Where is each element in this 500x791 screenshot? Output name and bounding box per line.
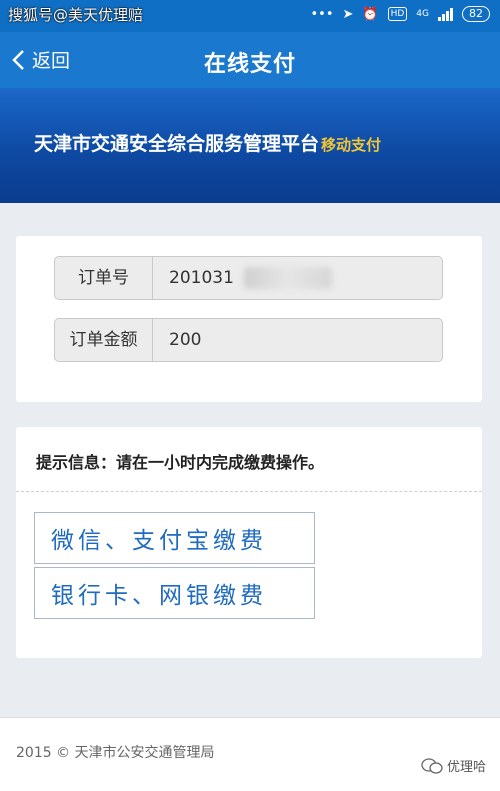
watermark-text: 搜狐号@美天优理赔 [8, 6, 144, 24]
copyright-text: 2015 © 天津市公安交通管理局 [16, 745, 215, 761]
mobile-pay-label: 移动支付 [321, 136, 382, 154]
wechat-alipay-button[interactable]: 微信、支付宝缴费 [34, 512, 315, 564]
status-icons: ••• ➤ ⏰ HD 4G 82 [310, 6, 490, 22]
platform-name: 天津市交通安全综合服务管理平台 [34, 133, 320, 155]
order-number-field: 订单号 201031 [54, 256, 443, 300]
signal-icon [438, 7, 453, 21]
back-label: 返回 [32, 50, 71, 72]
payment-card: 提示信息：请在一小时内完成缴费操作。 微信、支付宝缴费 银行卡、网银缴费 [16, 427, 482, 658]
divider [16, 491, 482, 492]
chevron-left-icon [12, 49, 24, 70]
wechat-logo-icon [421, 757, 443, 774]
order-amount-label: 订单金额 [55, 319, 153, 361]
order-amount-value: 200 [169, 330, 202, 350]
nav-bar: 在线支付 返回 [0, 32, 500, 88]
hd-icon: HD [387, 7, 408, 21]
bank-card-button[interactable]: 银行卡、网银缴费 [34, 567, 315, 619]
alarm-icon: ⏰ [362, 6, 379, 22]
location-icon: ➤ [342, 6, 354, 22]
order-number-label: 订单号 [55, 257, 153, 299]
order-card: 订单号 201031 订单金额 200 [16, 236, 482, 402]
order-number-value-wrap: 201031 [153, 257, 332, 299]
battery-indicator: 82 [462, 6, 490, 22]
dots-icon: ••• [310, 6, 334, 22]
page-title: 在线支付 [203, 52, 296, 77]
status-bar: 搜狐号@美天优理赔 ••• ➤ ⏰ HD 4G 82 [0, 0, 500, 32]
tip-text: 提示信息：请在一小时内完成缴费操作。 [36, 453, 325, 472]
order-number-value: 201031 [169, 268, 234, 288]
watermark-brand: 优理哈 [446, 760, 486, 775]
bottom-watermark: 优理哈 [421, 756, 486, 775]
footer: 2015 © 天津市公安交通管理局 优理哈 [0, 717, 500, 791]
banner-title: 天津市交通安全综合服务管理平台 移动支付 [34, 129, 381, 156]
order-amount-field: 订单金额 200 [54, 318, 443, 362]
redacted-blur [243, 267, 332, 289]
platform-banner: 天津市交通安全综合服务管理平台 移动支付 [0, 88, 500, 203]
network-label: 4G [416, 9, 429, 19]
back-button[interactable]: 返回 [10, 46, 70, 73]
